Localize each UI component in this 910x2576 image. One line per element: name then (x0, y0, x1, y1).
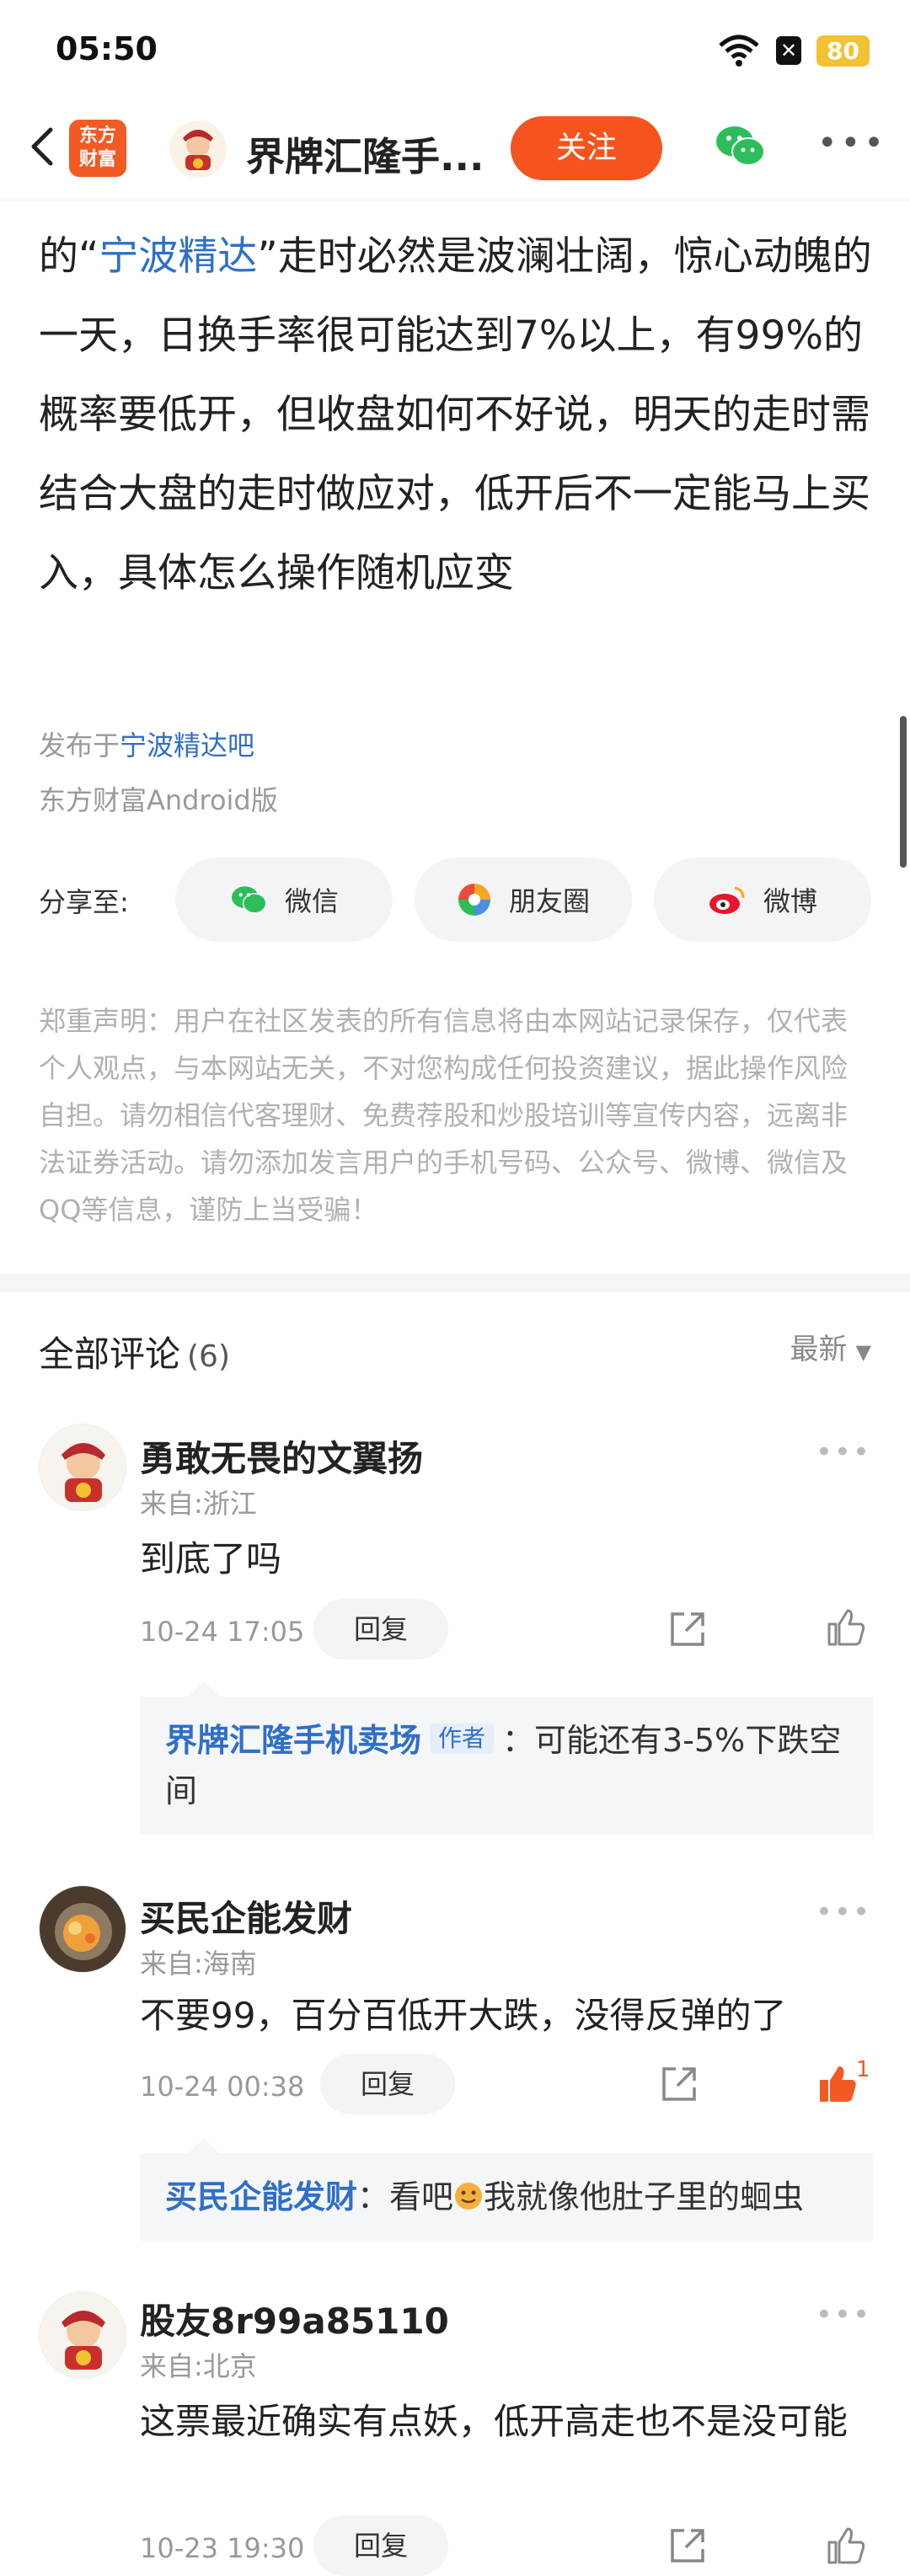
share-wechat-label: 微信 (284, 885, 339, 917)
liked-icon[interactable] (816, 2062, 859, 2106)
commenter-location: 来自:北京 (140, 2350, 257, 2382)
share-icon[interactable] (657, 2062, 701, 2106)
article-text: 的“ (39, 233, 99, 280)
reply-text: 我就像他肚子里的蛔虫 (484, 2178, 805, 2215)
comment-more-icon[interactable]: ••• (816, 2298, 871, 2332)
smirk-emoji-icon (455, 2183, 483, 2210)
reply-pointer (189, 2138, 219, 2153)
food-avatar-icon (40, 1886, 126, 1972)
forum-link[interactable]: 宁波精达吧 (120, 730, 254, 762)
author-reply: 界牌汇隆手机卖场 作者 ：可能还有3-5%下跌空间 (140, 1681, 873, 1835)
reply-button[interactable]: 回复 (313, 2515, 448, 2576)
comments-count: (6) (187, 1339, 231, 1374)
wifi-icon (719, 35, 759, 67)
weibo-icon (709, 886, 745, 914)
commenter-name[interactable]: 股友8r99a85110 (140, 2293, 449, 2344)
commenter-location: 来自:浙江 (140, 1488, 257, 1520)
like-icon[interactable] (824, 1606, 868, 1649)
disclaimer-text: 郑重声明：用户在社区发表的所有信息将由本网站记录保存，仅代表个人观点，与本网站无… (39, 1005, 848, 1226)
like-count: 1 (856, 2057, 870, 2082)
commenter-avatar[interactable] (39, 2291, 126, 2379)
comment-text: 这票最近确实有点妖，低开高走也不是没可能 (140, 2401, 848, 2442)
sort-label: 最新 (790, 1333, 848, 1366)
share-icon[interactable] (666, 2524, 709, 2568)
wechat-icon (231, 886, 267, 914)
comment-more-icon[interactable]: ••• (816, 1435, 871, 1469)
back-arrow-icon[interactable] (19, 121, 69, 172)
article-text: ”走时必然是波澜壮阔，惊心动魄的一天，日换手率很可能达到7%以上，有99%的概率… (39, 233, 872, 596)
share-label: 分享至: (39, 886, 129, 918)
top-nav: 东方 财富 界牌汇隆手... 关注 ••• (0, 101, 910, 200)
commenter-avatar[interactable] (39, 1885, 126, 1973)
commenter-avatar[interactable] (39, 1424, 126, 1511)
logo-text-2: 财富 (78, 149, 116, 170)
share-icon[interactable] (666, 1607, 709, 1651)
article-body: 的“宁波精达”走时必然是波澜壮阔，惊心动魄的一天，日换手率很可能达到7%以上，有… (39, 217, 873, 613)
reply-button[interactable]: 回复 (313, 1599, 448, 1659)
app-logo: 东方 财富 (69, 120, 126, 177)
author-badge: 作者 (430, 1724, 495, 1754)
share-moments-button[interactable]: 朋友圈 (415, 858, 632, 942)
page-title: 界牌汇隆手... (246, 134, 484, 179)
reply-pointer (189, 1681, 219, 1697)
follow-button[interactable]: 关注 (511, 116, 662, 180)
notification-icon: ✕ (776, 36, 802, 65)
comment-text: 到底了吗 (140, 1538, 282, 1579)
wechat-share-icon[interactable] (713, 120, 767, 174)
mascot-avatar-icon (62, 2311, 105, 2370)
status-icons: ✕ 80 (717, 34, 870, 67)
reply-text: ：看吧 (357, 2178, 454, 2215)
reply-author-name[interactable]: 界牌汇隆手机卖场 (165, 1722, 421, 1759)
share-weibo-label: 微博 (763, 885, 817, 917)
section-divider (0, 1274, 910, 1292)
battery-indicator: 80 (816, 35, 870, 67)
comment-text: 不要99，百分百低开大跌，没得反弹的了 (140, 1995, 787, 2036)
comment-time: 10-23 19:30 (140, 2532, 305, 2564)
reply-author-name[interactable]: 买民企能发财 (165, 2178, 357, 2215)
share-wechat-button[interactable]: 微信 (175, 858, 393, 942)
commenter-location: 来自:海南 (140, 1948, 257, 1980)
client-info: 东方财富Android版 (39, 784, 278, 816)
reply-button[interactable]: 回复 (320, 2054, 455, 2114)
mascot-avatar-icon (62, 1443, 105, 1502)
status-bar: 05:50 ✕ 80 (0, 0, 910, 101)
status-time: 05:50 (56, 30, 158, 67)
comments-title: 全部评论 (39, 1333, 181, 1375)
published-info: 发布于宁波精达吧 (39, 724, 254, 763)
comment-more-icon[interactable]: ••• (816, 1895, 871, 1929)
comment-time: 10-24 17:05 (140, 1616, 305, 1648)
moments-icon (458, 884, 490, 916)
scrollbar-thumb[interactable] (900, 716, 907, 868)
share-weibo-button[interactable]: 微博 (654, 858, 871, 942)
caret-down-icon: ▼ (855, 1340, 871, 1364)
like-icon[interactable] (824, 2524, 868, 2568)
published-prefix: 发布于 (39, 730, 120, 762)
quoted-reply: 买民企能发财：看吧 我就像他肚子里的蛔虫 (140, 2138, 873, 2241)
stock-link[interactable]: 宁波精达 (99, 233, 257, 280)
commenter-name[interactable]: 勇敢无畏的文翼扬 (140, 1430, 423, 1482)
more-options-icon[interactable]: ••• (817, 126, 884, 160)
comments-header: 全部评论 (6) (39, 1326, 230, 1377)
share-moments-label: 朋友圈 (508, 885, 590, 917)
comment-time: 10-24 00:38 (140, 2071, 305, 2103)
user-avatar[interactable] (169, 120, 228, 179)
sort-dropdown[interactable]: 最新 ▼ (790, 1326, 871, 1367)
logo-text-1: 东方 (78, 126, 116, 147)
commenter-name[interactable]: 买民企能发财 (140, 1890, 352, 1942)
